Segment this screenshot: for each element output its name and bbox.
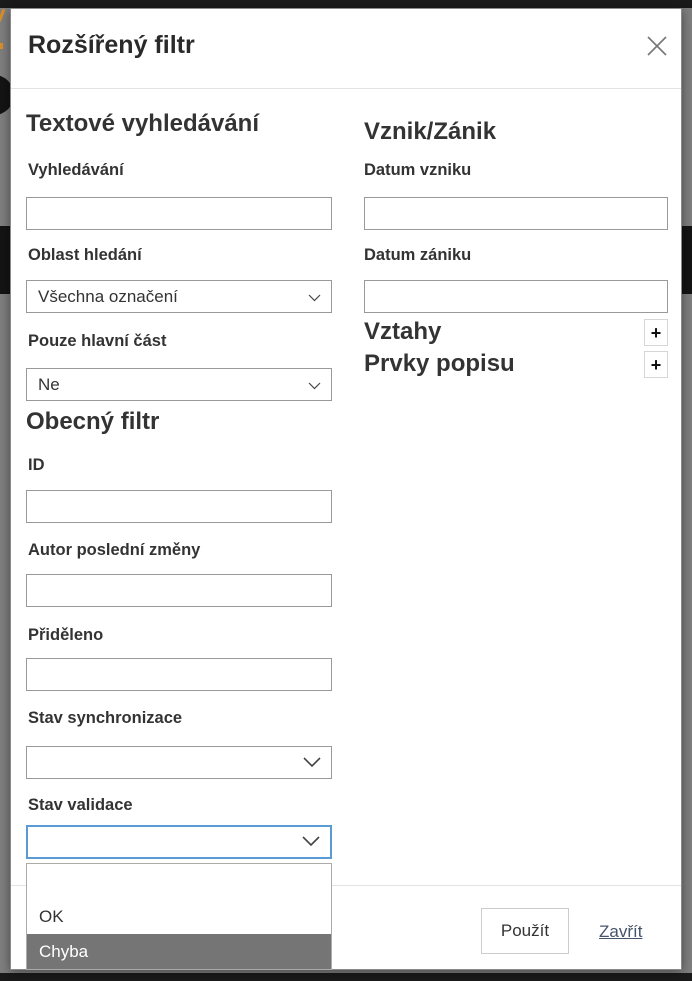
sync-status-label: Stav synchronizace (28, 707, 182, 729)
x-icon (644, 33, 670, 62)
section-heading-dates: Vznik/Zánik (364, 116, 496, 148)
backdrop-accent-dot (0, 43, 3, 49)
section-heading-relations: Vztahy (364, 316, 441, 348)
header-divider (11, 88, 681, 89)
backdrop-bottom-bar (0, 973, 692, 981)
date-created-input[interactable] (364, 197, 668, 230)
validation-status-label: Stav validace (28, 794, 133, 816)
apply-button[interactable]: Použít (481, 908, 569, 954)
assigned-input[interactable] (26, 658, 332, 691)
plus-icon: + (651, 324, 662, 342)
validation-option-ok[interactable]: OK (27, 899, 331, 934)
close-button[interactable] (641, 31, 673, 63)
scope-select[interactable]: Všechna označení (26, 280, 332, 313)
validation-option-empty[interactable] (27, 864, 331, 899)
date-ended-input[interactable] (364, 280, 668, 313)
id-label: ID (28, 454, 45, 476)
section-heading-general-filter: Obecný filtr (26, 406, 159, 438)
backdrop-accent-mark (0, 9, 5, 22)
add-relation-button[interactable]: + (644, 319, 668, 346)
plus-icon: + (651, 356, 662, 374)
backdrop-left-block (0, 226, 10, 294)
screen: Rozšířený filtr Textové vyhledávání Vyhl… (0, 0, 692, 981)
section-heading-description-elements: Prvky popisu (364, 348, 515, 380)
validation-dropdown-list[interactable]: OK Chyba (26, 863, 332, 970)
chevron-down-icon (302, 832, 320, 852)
dialog-title: Rozšířený filtr (28, 28, 195, 62)
date-created-label: Datum vzniku (364, 159, 471, 181)
scope-label: Oblast hledání (28, 244, 142, 266)
scope-select-value: Všechna označení (38, 287, 178, 307)
chevron-down-icon (303, 753, 321, 773)
validation-option-chyba[interactable]: Chyba (27, 934, 331, 969)
author-label: Autor poslední změny (28, 539, 200, 561)
author-input[interactable] (26, 574, 332, 607)
date-ended-label: Datum zániku (364, 244, 471, 266)
assigned-label: Přiděleno (28, 624, 103, 646)
main-part-label: Pouze hlavní část (28, 330, 166, 352)
backdrop-top-bar (0, 0, 692, 8)
main-part-select-value: Ne (38, 375, 60, 395)
close-link[interactable]: Zavřít (599, 920, 642, 944)
validation-status-select[interactable] (26, 825, 332, 859)
sync-status-select[interactable] (26, 746, 332, 779)
advanced-filter-dialog: Rozšířený filtr Textové vyhledávání Vyhl… (10, 8, 682, 970)
id-input[interactable] (26, 490, 332, 523)
search-label: Vyhledávání (28, 159, 124, 181)
chevron-down-icon (308, 375, 321, 395)
search-input[interactable] (26, 197, 332, 230)
backdrop-right-block (682, 226, 692, 294)
section-heading-text-search: Textové vyhledávání (26, 108, 259, 140)
add-description-element-button[interactable]: + (644, 351, 668, 378)
chevron-down-icon (308, 287, 321, 307)
main-part-select[interactable]: Ne (26, 368, 332, 401)
